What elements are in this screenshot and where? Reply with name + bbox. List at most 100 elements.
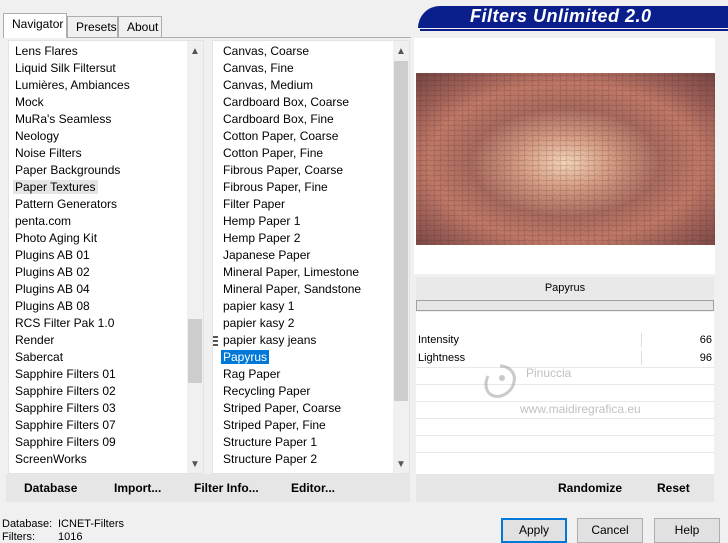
cancel-button[interactable]: Cancel	[577, 518, 643, 543]
list-item[interactable]: Hemp Paper 1	[221, 213, 302, 230]
list-item[interactable]: Plugins AB 04	[13, 281, 92, 298]
filter-info-button[interactable]: Filter Info...	[194, 481, 259, 495]
category-scrollbar[interactable]: ▲ ▼	[187, 41, 203, 473]
scroll-up-icon[interactable]: ▲	[187, 43, 203, 60]
list-item[interactable]: Fibrous Paper, Fine	[221, 179, 330, 196]
list-item[interactable]: Structure Paper 1	[221, 434, 319, 451]
tab-about[interactable]: About	[118, 16, 162, 37]
tab-navigator[interactable]: Navigator	[3, 13, 67, 38]
list-item[interactable]: Mineral Paper, Sandstone	[221, 281, 363, 298]
list-item-label: Sabercat	[15, 350, 64, 364]
list-item[interactable]: Papyrus	[221, 349, 270, 366]
list-item[interactable]: papier kasy jeans	[221, 332, 318, 349]
reset-button[interactable]: Reset	[657, 481, 690, 495]
database-button[interactable]: Database	[24, 481, 77, 495]
list-item[interactable]: Mock	[13, 94, 46, 111]
list-item[interactable]: Fibrous Paper, Coarse	[221, 162, 345, 179]
list-item[interactable]: RCS Filter Pak 1.0	[13, 315, 116, 332]
list-item[interactable]: Neology	[13, 128, 61, 145]
scroll-up-icon[interactable]: ▲	[393, 43, 409, 60]
filter-list[interactable]: Canvas, Coarse Canvas, Fine Canvas, Medium…	[212, 40, 410, 474]
list-item[interactable]: Plugins AB 02	[13, 264, 92, 281]
param-name: Lightness	[418, 352, 466, 364]
list-item-label: Plugins AB 04	[15, 282, 90, 296]
preview-image	[416, 73, 715, 245]
list-item[interactable]: Plugins AB 01	[13, 247, 92, 264]
list-item[interactable]: Noise Filters	[13, 145, 84, 162]
list-item[interactable]: Lens Flares	[13, 43, 80, 60]
list-item[interactable]: Canvas, Coarse	[221, 43, 311, 60]
list-item[interactable]: Cardboard Box, Coarse	[221, 94, 351, 111]
list-item[interactable]: Photo Aging Kit	[13, 230, 99, 247]
param-empty-row	[416, 384, 714, 401]
status-filters-label: Filters:	[2, 531, 35, 543]
scroll-down-icon[interactable]: ▼	[393, 456, 409, 473]
list-item[interactable]: Hemp Paper 2	[221, 230, 302, 247]
watermark-url: www.maidiregrafica.eu	[520, 402, 641, 416]
list-item-label: Mineral Paper, Sandstone	[223, 282, 362, 296]
list-item-label: Pattern Generators	[15, 197, 118, 211]
param-intensity[interactable]: Intensity 66	[416, 331, 714, 349]
editor-button[interactable]: Editor...	[291, 481, 335, 495]
list-item[interactable]: Sapphire Filters 02	[13, 383, 118, 400]
list-item[interactable]: Japanese Paper	[221, 247, 312, 264]
list-item-label: Plugins AB 01	[15, 248, 90, 262]
status-filters-value: 1016	[58, 531, 83, 543]
category-list[interactable]: Lens Flares Liquid Silk Filtersut Lumières…	[8, 40, 204, 474]
list-item-label: Plugins AB 08	[15, 299, 90, 313]
list-item[interactable]: Paper Backgrounds	[13, 162, 122, 179]
list-item[interactable]: papier kasy 1	[221, 298, 296, 315]
list-item[interactable]: MuRa's Seamless	[13, 111, 113, 128]
list-item[interactable]: ScreenWorks	[13, 451, 89, 468]
list-item-label: papier kasy 1	[223, 299, 295, 313]
list-item-label: Cardboard Box, Fine	[223, 112, 334, 126]
import-button[interactable]: Import...	[114, 481, 161, 495]
list-item[interactable]: Structure Paper 2	[221, 451, 319, 468]
list-item[interactable]: Striped Paper, Coarse	[221, 400, 343, 417]
list-item[interactable]: Paper Textures	[13, 179, 98, 196]
list-item-label: Papyrus	[221, 350, 270, 364]
list-item[interactable]: Liquid Silk Filtersut	[13, 60, 118, 77]
list-item-label: Structure Paper 2	[223, 452, 318, 466]
tab-presets[interactable]: Presets	[67, 16, 118, 37]
list-item[interactable]: Sapphire Filters 01	[13, 366, 118, 383]
list-item[interactable]: Recycling Paper	[221, 383, 312, 400]
randomize-button[interactable]: Randomize	[558, 481, 622, 495]
status-database-value: ICNET-Filters	[58, 518, 124, 530]
list-item[interactable]: Cotton Paper, Coarse	[221, 128, 340, 145]
list-item[interactable]: Cardboard Box, Fine	[221, 111, 336, 128]
list-item[interactable]: Sapphire Filters 09	[13, 434, 118, 451]
list-item[interactable]: Striped Paper, Fine	[221, 417, 328, 434]
list-item[interactable]: Rag Paper	[221, 366, 282, 383]
list-item[interactable]: Lumières, Ambiances	[13, 77, 132, 94]
help-button[interactable]: Help	[654, 518, 720, 543]
list-item-label: Neology	[15, 129, 60, 143]
list-item[interactable]: penta.com	[13, 213, 73, 230]
list-item-label: Photo Aging Kit	[15, 231, 98, 245]
list-item[interactable]: papier kasy 2	[221, 315, 296, 332]
list-item[interactable]: Cotton Paper, Fine	[221, 145, 325, 162]
list-item-label: Cardboard Box, Coarse	[223, 95, 350, 109]
list-item[interactable]: Canvas, Medium	[221, 77, 315, 94]
param-value[interactable]: 96	[700, 349, 712, 367]
list-item[interactable]: Mineral Paper, Limestone	[221, 264, 361, 281]
list-item[interactable]: Filter Paper	[221, 196, 287, 213]
list-item[interactable]: Sapphire Filters 03	[13, 400, 118, 417]
list-item[interactable]: Sabercat	[13, 349, 65, 366]
list-item-label: Mineral Paper, Limestone	[223, 265, 360, 279]
list-item[interactable]: Canvas, Fine	[221, 60, 296, 77]
filter-scrollbar[interactable]: ▲ ▼	[393, 41, 409, 473]
list-item[interactable]: Pattern Generators	[13, 196, 119, 213]
filter-scroll-thumb[interactable]	[394, 61, 408, 401]
list-item[interactable]: Sapphire Filters 07	[13, 417, 118, 434]
list-item-label: Hemp Paper 2	[223, 231, 301, 245]
list-item[interactable]: Render	[13, 332, 56, 349]
param-lightness[interactable]: Lightness 96	[416, 349, 714, 367]
list-item-label: Fibrous Paper, Fine	[223, 180, 328, 194]
param-name: Intensity	[418, 334, 459, 346]
param-value[interactable]: 66	[700, 331, 712, 349]
scroll-down-icon[interactable]: ▼	[187, 456, 203, 473]
category-scroll-thumb[interactable]	[188, 319, 202, 383]
list-item[interactable]: Plugins AB 08	[13, 298, 92, 315]
apply-button[interactable]: Apply	[501, 518, 567, 543]
